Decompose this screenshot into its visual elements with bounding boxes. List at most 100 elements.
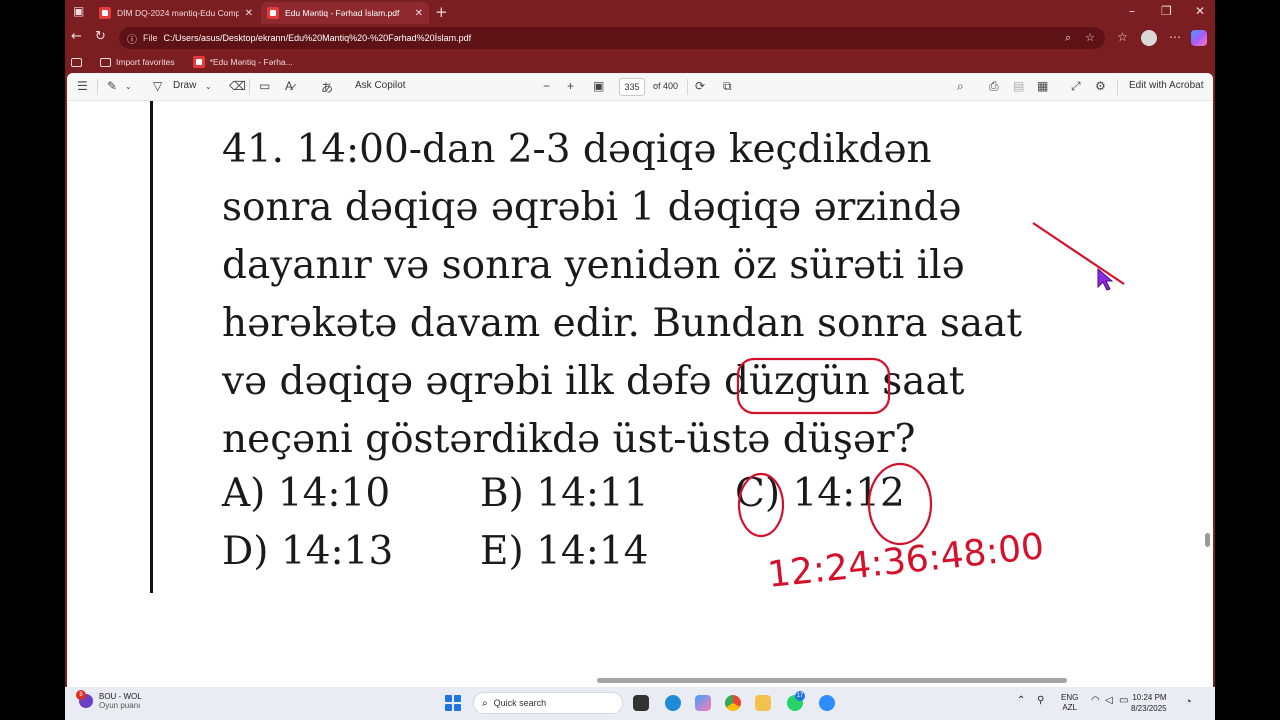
highlight-icon[interactable]: ✎: [107, 79, 117, 93]
more-menu-icon[interactable]: ⋯: [1169, 30, 1181, 44]
tab-title: DİM DQ-2024 məntiq-Edu Comp: [117, 8, 239, 18]
read-aloud-icon[interactable]: A̷: [285, 79, 293, 93]
ask-copilot-button[interactable]: Ask Copilot: [355, 80, 406, 91]
date: 8/23/2025: [1131, 704, 1167, 713]
import-icon: [100, 57, 111, 67]
vertical-scrollbar[interactable]: [1205, 533, 1210, 547]
profile-avatar[interactable]: [1141, 30, 1157, 49]
tab-edu-mantiq[interactable]: Edu Məntiq - Fərhad İslam.pdf ✕: [261, 2, 429, 24]
print-icon[interactable]: ⎙: [989, 79, 999, 94]
search-icon[interactable]: ⌕: [957, 79, 964, 94]
start-button[interactable]: [445, 695, 461, 711]
question-line: 41. 14:00-dan 2-3 dəqiqə keçdikdən: [222, 127, 932, 172]
draw-icon[interactable]: ▽: [153, 79, 162, 93]
taskbar-search[interactable]: ⌕ Quick search: [473, 692, 623, 714]
notification-bell-icon[interactable]: ◔: [1185, 696, 1192, 708]
notification-badge: 8: [76, 690, 86, 700]
eraser-icon[interactable]: ⌫: [229, 79, 246, 93]
option-a: A) 14:10: [222, 471, 391, 516]
widget-title: BOU - WOL: [99, 692, 142, 701]
file-explorer-icon[interactable]: [755, 695, 771, 711]
fav-label: Import favorites: [116, 57, 175, 67]
content-area: ☰ ✎ ⌄ ▽ Draw ⌄ ⌫ ▭ A̷ あ Ask Copilot − + …: [67, 73, 1213, 687]
fav-edu-mantiq[interactable]: *Edu Məntiq - Fərha...: [192, 56, 293, 68]
address-bar[interactable]: ⓘ File C:/Users/asus/Desktop/ekrann/Edu%…: [119, 27, 1105, 49]
game-icon: 8: [76, 690, 93, 708]
rotate-icon[interactable]: ⟳: [695, 79, 705, 93]
horizontal-scrollbar[interactable]: [597, 678, 1067, 683]
restore-button[interactable]: ❐: [1161, 4, 1172, 18]
close-window-button[interactable]: ✕: [1195, 4, 1205, 18]
whatsapp-icon[interactable]: 17: [787, 691, 805, 711]
task-view-icon[interactable]: [633, 695, 649, 711]
tab-dim-dq[interactable]: DİM DQ-2024 məntiq-Edu Comp ✕: [93, 2, 259, 24]
network-status-icon[interactable]: ⚲: [1037, 696, 1044, 706]
minimize-button[interactable]: –: [1129, 4, 1135, 18]
copilot-app-icon[interactable]: [695, 695, 711, 711]
zoom-out-icon[interactable]: −: [543, 79, 550, 93]
tab-title: Edu Məntiq - Fərhad İslam.pdf: [285, 8, 400, 18]
info-icon[interactable]: ⓘ: [127, 31, 137, 46]
ink-handwritten-note: 12:24:36:48:00: [766, 526, 1046, 596]
favorite-star-icon[interactable]: ☆: [1085, 31, 1095, 45]
page-total: of 400: [653, 81, 679, 91]
clock[interactable]: 10:24 PM 8/23/2025: [1131, 692, 1167, 714]
close-icon[interactable]: ✕: [245, 8, 253, 19]
save-as-icon[interactable]: ▦: [1037, 79, 1048, 93]
fav-collections[interactable]: [71, 57, 82, 67]
fav-label: *Edu Məntiq - Fərha...: [209, 57, 293, 67]
back-button[interactable]: ←: [71, 29, 82, 44]
contents-icon[interactable]: ☰: [77, 79, 88, 93]
browser-window: ▣ DİM DQ-2024 məntiq-Edu Comp ✕ Edu Mənt…: [65, 0, 1215, 720]
fit-page-icon[interactable]: ▣: [593, 79, 604, 93]
chrome-icon[interactable]: [725, 695, 741, 711]
edge-icon[interactable]: [665, 695, 681, 711]
fullscreen-icon[interactable]: ⤢: [1071, 79, 1081, 94]
favorites-bar: Import favorites *Edu Məntiq - Fərha...: [65, 52, 1215, 72]
close-icon[interactable]: ✕: [415, 8, 423, 19]
language-indicator[interactable]: ENG AZL: [1061, 693, 1078, 713]
letterbox-left: [0, 0, 65, 720]
question-line: sonra dəqiqə əqrəbi 1 dəqiqə ərzində: [222, 185, 962, 230]
cursor-icon: [1097, 268, 1113, 291]
chevron-down-icon[interactable]: ⌄: [125, 82, 132, 91]
pdf-icon: [192, 56, 205, 68]
copilot-icon[interactable]: [1191, 30, 1207, 49]
margin-line: [150, 101, 153, 593]
save-icon[interactable]: ▤: [1013, 79, 1024, 93]
wifi-icon[interactable]: ◠: [1091, 696, 1100, 706]
draw-button[interactable]: Draw: [173, 80, 196, 91]
tab-actions-icon[interactable]: ▣: [73, 5, 86, 18]
text-box-icon[interactable]: ▭: [259, 79, 270, 93]
question-text: 41. 14:00-dan 2-3 dəqiqə keçdikdən sonra…: [222, 121, 1072, 469]
widget-subtitle: Oyun puanı: [99, 701, 141, 710]
fav-import[interactable]: Import favorites: [100, 57, 175, 67]
option-b: B) 14:11: [480, 471, 649, 516]
chevron-up-icon[interactable]: ⌃: [1017, 696, 1025, 706]
tab-bar: ▣ DİM DQ-2024 məntiq-Edu Comp ✕ Edu Mənt…: [65, 0, 1215, 24]
battery-icon[interactable]: ▭: [1119, 696, 1128, 706]
widget-game[interactable]: 8 BOU - WOL Oyun puanı: [76, 690, 142, 710]
chevron-down-icon[interactable]: ⌄: [205, 82, 212, 91]
edit-with-acrobat-button[interactable]: Edit with Acrobat: [1129, 80, 1203, 91]
question-line: neçəni göstərdikdə üst-üstə düşər?: [222, 417, 916, 462]
address-row: ← ↻ ⓘ File C:/Users/asus/Desktop/ekrann/…: [65, 26, 1215, 50]
gear-icon[interactable]: ⚙: [1095, 79, 1106, 93]
question-line: dayanır və sonra yenidən öz sürəti ilə: [222, 243, 965, 288]
zoom-in-icon[interactable]: +: [567, 79, 574, 93]
option-e: E) 14:14: [480, 529, 649, 574]
refresh-button[interactable]: ↻: [95, 29, 106, 44]
pdf-icon: [267, 7, 279, 19]
pdf-toolbar: ☰ ✎ ⌄ ▽ Draw ⌄ ⌫ ▭ A̷ あ Ask Copilot − + …: [67, 73, 1213, 101]
address-url[interactable]: C:/Users/asus/Desktop/ekrann/Edu%20Manti…: [164, 33, 472, 43]
page-view-icon[interactable]: ⧉: [723, 79, 732, 94]
favorites-icon[interactable]: ☆: [1117, 30, 1128, 44]
taskbar: 8 BOU - WOL Oyun puanı ⌕ Quick search 17…: [65, 687, 1215, 720]
volume-icon[interactable]: ◁: [1105, 696, 1113, 706]
page-number-input[interactable]: 335: [619, 78, 645, 96]
zoom-icon[interactable]: ⌕: [1065, 31, 1071, 45]
translate-icon[interactable]: あ: [321, 79, 333, 96]
zoom-app-icon[interactable]: [819, 695, 835, 711]
new-tab-button[interactable]: +: [435, 3, 448, 21]
pdf-page: 41. 14:00-dan 2-3 dəqiqə keçdikdən sonra…: [67, 101, 1213, 687]
